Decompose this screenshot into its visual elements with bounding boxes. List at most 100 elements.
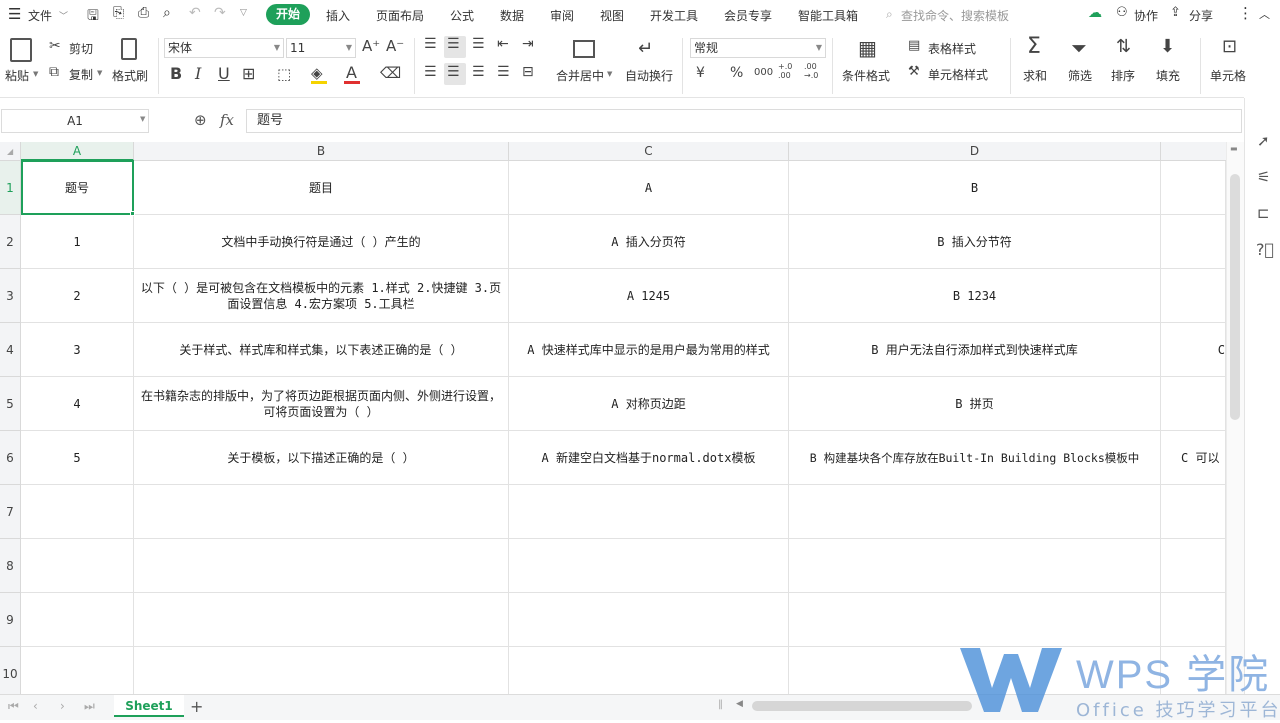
row-header[interactable]: 1 <box>0 161 21 215</box>
decrease-decimal-icon[interactable]: .00 →.0 <box>804 62 826 80</box>
col-header-d[interactable]: D <box>789 142 1161 161</box>
fill-handle[interactable] <box>130 211 135 216</box>
merge-dropdown-icon[interactable]: ▼ <box>607 70 612 78</box>
currency-icon[interactable]: ¥ <box>696 65 705 81</box>
chevron-down-icon[interactable]: ﹀ <box>59 9 68 22</box>
share-button[interactable]: 分享 <box>1189 7 1213 24</box>
col-header-b[interactable]: B <box>134 142 509 161</box>
cell-e3[interactable] <box>1161 269 1226 323</box>
cell-b3[interactable]: 以下（ ）是可被包含在文档模板中的元素 1.样式 2.快捷键 3.页面设置信息 … <box>134 269 509 323</box>
print-preview-icon[interactable]: ⌕ <box>163 5 171 21</box>
prev-sheet-icon[interactable]: ‹ <box>33 699 38 713</box>
add-sheet-button[interactable]: + <box>190 697 203 716</box>
tab-member[interactable]: 会员专享 <box>724 7 772 24</box>
font-shrink-icon[interactable]: A⁻ <box>386 37 404 55</box>
conditional-format-button[interactable]: 条件格式 <box>842 67 890 84</box>
align-right-icon[interactable]: ☰ <box>472 64 485 80</box>
cell-a3[interactable]: 2 <box>21 269 134 323</box>
cell-d5[interactable]: B 拼页 <box>789 377 1161 431</box>
scroll-up-icon[interactable]: ▬ <box>1230 144 1238 153</box>
cell-e5[interactable] <box>1161 377 1226 431</box>
export-icon[interactable]: ⎘ <box>113 5 124 21</box>
sort-button[interactable]: 排序 <box>1111 67 1135 84</box>
tab-page-layout[interactable]: 页面布局 <box>376 7 424 24</box>
hamburger-icon[interactable]: ☰ <box>8 5 21 23</box>
row-header[interactable]: 7 <box>0 485 21 539</box>
cell-b6[interactable]: 关于模板，以下描述正确的是（ ） <box>134 431 509 485</box>
vertical-scroll-thumb[interactable] <box>1230 174 1240 420</box>
format-painter-icon[interactable] <box>121 38 137 60</box>
first-sheet-icon[interactable]: ⏮ <box>8 699 19 714</box>
cell-d2[interactable]: B 插入分节符 <box>789 215 1161 269</box>
cell-d7[interactable] <box>789 485 1161 539</box>
cell-d1[interactable]: B <box>789 161 1161 215</box>
sheet-tab-sheet1[interactable]: Sheet1 <box>114 695 184 717</box>
conditional-format-icon[interactable]: ▦ <box>858 36 877 60</box>
font-grow-icon[interactable]: A⁺ <box>362 37 380 55</box>
cell-c5[interactable]: A 对称页边距 <box>509 377 789 431</box>
align-middle-icon[interactable]: ☰ <box>447 36 460 52</box>
row-header[interactable]: 3 <box>0 269 21 323</box>
cell-style-button[interactable]: 单元格样式 <box>928 66 988 83</box>
cell-c8[interactable] <box>509 539 789 593</box>
cell-e9[interactable] <box>1161 593 1226 647</box>
align-top-icon[interactable]: ☰ <box>424 36 437 52</box>
collapse-ribbon-icon[interactable]: ︿ <box>1259 6 1270 22</box>
align-bottom-icon[interactable]: ☰ <box>472 36 485 52</box>
name-box[interactable]: A1 <box>1 109 149 133</box>
underline-icon[interactable]: U <box>218 64 230 83</box>
cell-a8[interactable] <box>21 539 134 593</box>
cell-icon[interactable]: ⊡ <box>1222 36 1237 57</box>
row-header[interactable]: 6 <box>0 431 21 485</box>
cell-d10[interactable] <box>789 647 1161 694</box>
row-header[interactable]: 10 <box>0 647 21 694</box>
cell-d4[interactable]: B 用户无法自行添加样式到快速样式库 <box>789 323 1161 377</box>
tab-review[interactable]: 审阅 <box>550 7 574 24</box>
save-icon[interactable]: 🖫 <box>87 5 99 29</box>
next-sheet-icon[interactable]: › <box>60 699 65 713</box>
more-icon[interactable]: ▽ <box>240 8 247 18</box>
copy-button[interactable]: 复制 <box>69 66 93 83</box>
formula-input[interactable]: 题号 <box>246 109 1242 133</box>
font-size-select[interactable]: 11 ▼ <box>286 38 356 58</box>
settings-sliders-icon[interactable]: ⚟ <box>1257 168 1270 186</box>
cell-a1[interactable]: 题号 <box>21 161 134 215</box>
tab-developer[interactable]: 开发工具 <box>650 7 698 24</box>
cell-b5[interactable]: 在书籍杂志的排版中，为了将页边距根据页面内侧、外侧进行设置，可将页面设置为（ ） <box>134 377 509 431</box>
copy-dropdown-icon[interactable]: ▼ <box>97 69 102 77</box>
indent-increase-icon[interactable]: ⇥ <box>522 36 534 52</box>
spreadsheet-grid[interactable]: ◢ A B C D 1 2 3 4 5 6 7 8 9 10 题号 题目 A B… <box>0 142 1226 694</box>
print-icon[interactable]: ⎙ <box>138 5 149 21</box>
copy-icon[interactable]: ⧉ <box>49 64 59 80</box>
cell-c10[interactable] <box>509 647 789 694</box>
split-handle-icon[interactable]: ‖ <box>718 699 723 710</box>
tab-smart-tools[interactable]: 智能工具箱 <box>798 7 858 24</box>
scissors-icon[interactable]: ✂ <box>49 38 61 54</box>
cell-a9[interactable] <box>21 593 134 647</box>
cell-e2[interactable] <box>1161 215 1226 269</box>
cell-c4[interactable]: A 快速样式库中显示的是用户最为常用的样式 <box>509 323 789 377</box>
row-header[interactable]: 9 <box>0 593 21 647</box>
font-color-icon[interactable]: A <box>346 63 357 82</box>
cell-d8[interactable] <box>789 539 1161 593</box>
row-header[interactable]: 2 <box>0 215 21 269</box>
cut-button[interactable]: 剪切 <box>69 40 93 57</box>
row-header[interactable]: 8 <box>0 539 21 593</box>
cell-c1[interactable]: A <box>509 161 789 215</box>
sort-icon[interactable]: ⇅ <box>1116 36 1131 57</box>
cell-e10[interactable] <box>1161 647 1226 694</box>
align-left-icon[interactable]: ☰ <box>424 64 437 80</box>
cell-c7[interactable] <box>509 485 789 539</box>
tab-start[interactable]: 开始 <box>266 4 310 25</box>
auto-wrap-icon[interactable]: ↵ <box>638 38 653 59</box>
layout-icon[interactable]: ⊏ <box>1257 204 1270 222</box>
undo-icon[interactable]: ↶ <box>189 5 201 21</box>
help-icon[interactable]: ?⃝ <box>1256 240 1274 259</box>
col-header-e[interactable] <box>1161 142 1226 161</box>
italic-icon[interactable]: I <box>195 64 201 83</box>
cell-b2[interactable]: 文档中手动换行符是通过（ ）产生的 <box>134 215 509 269</box>
border-icon[interactable]: ⊞ <box>242 64 255 83</box>
col-header-a[interactable]: A <box>21 142 134 161</box>
sum-button[interactable]: 求和 <box>1023 67 1047 84</box>
fx-icon[interactable]: fx <box>220 111 234 129</box>
